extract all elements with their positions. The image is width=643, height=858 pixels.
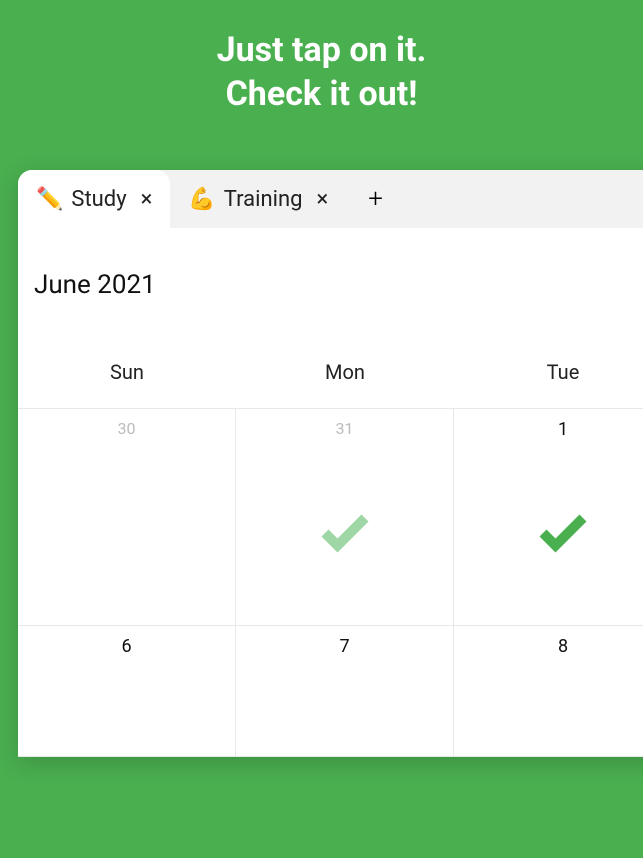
hero-line-1: Just tap on it. (0, 28, 643, 72)
calendar-card: ✏️ Study × 💪 Training × + June 2021 Sun … (18, 170, 643, 757)
day-8[interactable]: 8 (454, 626, 643, 757)
day-number: 30 (18, 419, 235, 438)
tab-label: Study (71, 187, 126, 212)
day-7[interactable]: 7 (236, 626, 454, 757)
hero-line-2: Check it out! (0, 72, 643, 116)
close-icon[interactable]: × (141, 187, 153, 212)
tab-bar: ✏️ Study × 💪 Training × + (18, 170, 643, 228)
plus-icon: + (368, 184, 383, 214)
check-icon (533, 504, 593, 564)
check-icon (315, 504, 375, 564)
day-6[interactable]: 6 (18, 626, 236, 757)
day-number: 6 (18, 636, 235, 657)
tab-study[interactable]: ✏️ Study × (18, 170, 170, 228)
tab-label: Training (224, 187, 303, 212)
dow-tue: Tue (454, 336, 643, 409)
day-1[interactable]: 1 (454, 409, 643, 626)
day-30-prev[interactable]: 30 (18, 409, 236, 626)
dow-sun: Sun (18, 336, 236, 409)
close-icon[interactable]: × (316, 187, 328, 212)
tab-training[interactable]: 💪 Training × (170, 170, 346, 228)
calendar-grid: Sun Mon Tue 30 31 1 6 7 8 (18, 336, 643, 757)
hero-headline: Just tap on it. Check it out! (0, 0, 643, 156)
day-number: 8 (454, 636, 643, 657)
pencil-icon: ✏️ (36, 187, 63, 212)
day-number: 7 (236, 636, 453, 657)
day-31-prev[interactable]: 31 (236, 409, 454, 626)
dow-mon: Mon (236, 336, 454, 409)
month-title: June 2021 (18, 228, 643, 336)
add-tab-button[interactable]: + (346, 170, 405, 228)
muscle-icon: 💪 (188, 187, 215, 212)
day-number: 1 (454, 419, 643, 440)
day-number: 31 (236, 419, 453, 438)
